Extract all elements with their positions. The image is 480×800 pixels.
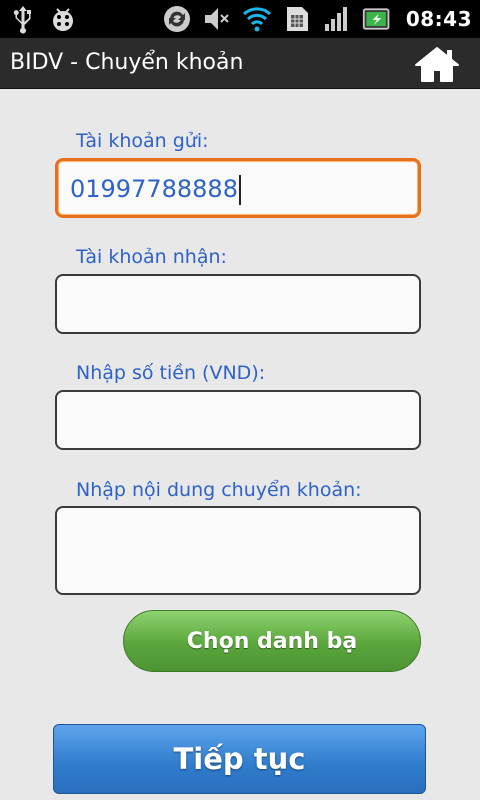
battery-charging-icon bbox=[362, 4, 392, 34]
choose-contacts-button[interactable]: Chọn danh bạ bbox=[123, 610, 421, 672]
signal-icon bbox=[322, 4, 352, 34]
mute-icon bbox=[202, 4, 232, 34]
continue-button[interactable]: Tiếp tục bbox=[53, 724, 426, 794]
status-bar: 08:43 bbox=[0, 0, 480, 38]
title-bar: BIDV - Chuyển khoản bbox=[0, 38, 480, 89]
sender-account-value: 01997788888 bbox=[70, 175, 241, 205]
text-caret bbox=[238, 175, 241, 205]
sender-account-label: Tài khoản gửi: bbox=[76, 130, 209, 152]
page-title: BIDV - Chuyển khoản bbox=[10, 50, 244, 75]
transfer-content-label: Nhập nội dung chuyển khoản: bbox=[76, 479, 362, 501]
transfer-form: Tài khoản gửi: 01997788888 Tài khoản nhậ… bbox=[0, 89, 480, 800]
sender-account-input[interactable]: 01997788888 bbox=[55, 158, 421, 218]
wifi-icon bbox=[242, 4, 272, 34]
amount-input[interactable] bbox=[55, 390, 421, 450]
usb-icon bbox=[8, 4, 38, 34]
receiver-account-input[interactable] bbox=[55, 274, 421, 334]
status-time: 08:43 bbox=[405, 7, 472, 31]
amount-label: Nhập số tiền (VND): bbox=[76, 362, 266, 384]
home-button[interactable] bbox=[412, 44, 462, 84]
sync-icon bbox=[162, 4, 192, 34]
transfer-content-input[interactable] bbox=[55, 506, 421, 595]
home-icon bbox=[415, 47, 459, 82]
debug-bug-icon bbox=[48, 4, 78, 34]
sim-icon bbox=[282, 4, 312, 34]
receiver-account-label: Tài khoản nhận: bbox=[76, 246, 227, 268]
